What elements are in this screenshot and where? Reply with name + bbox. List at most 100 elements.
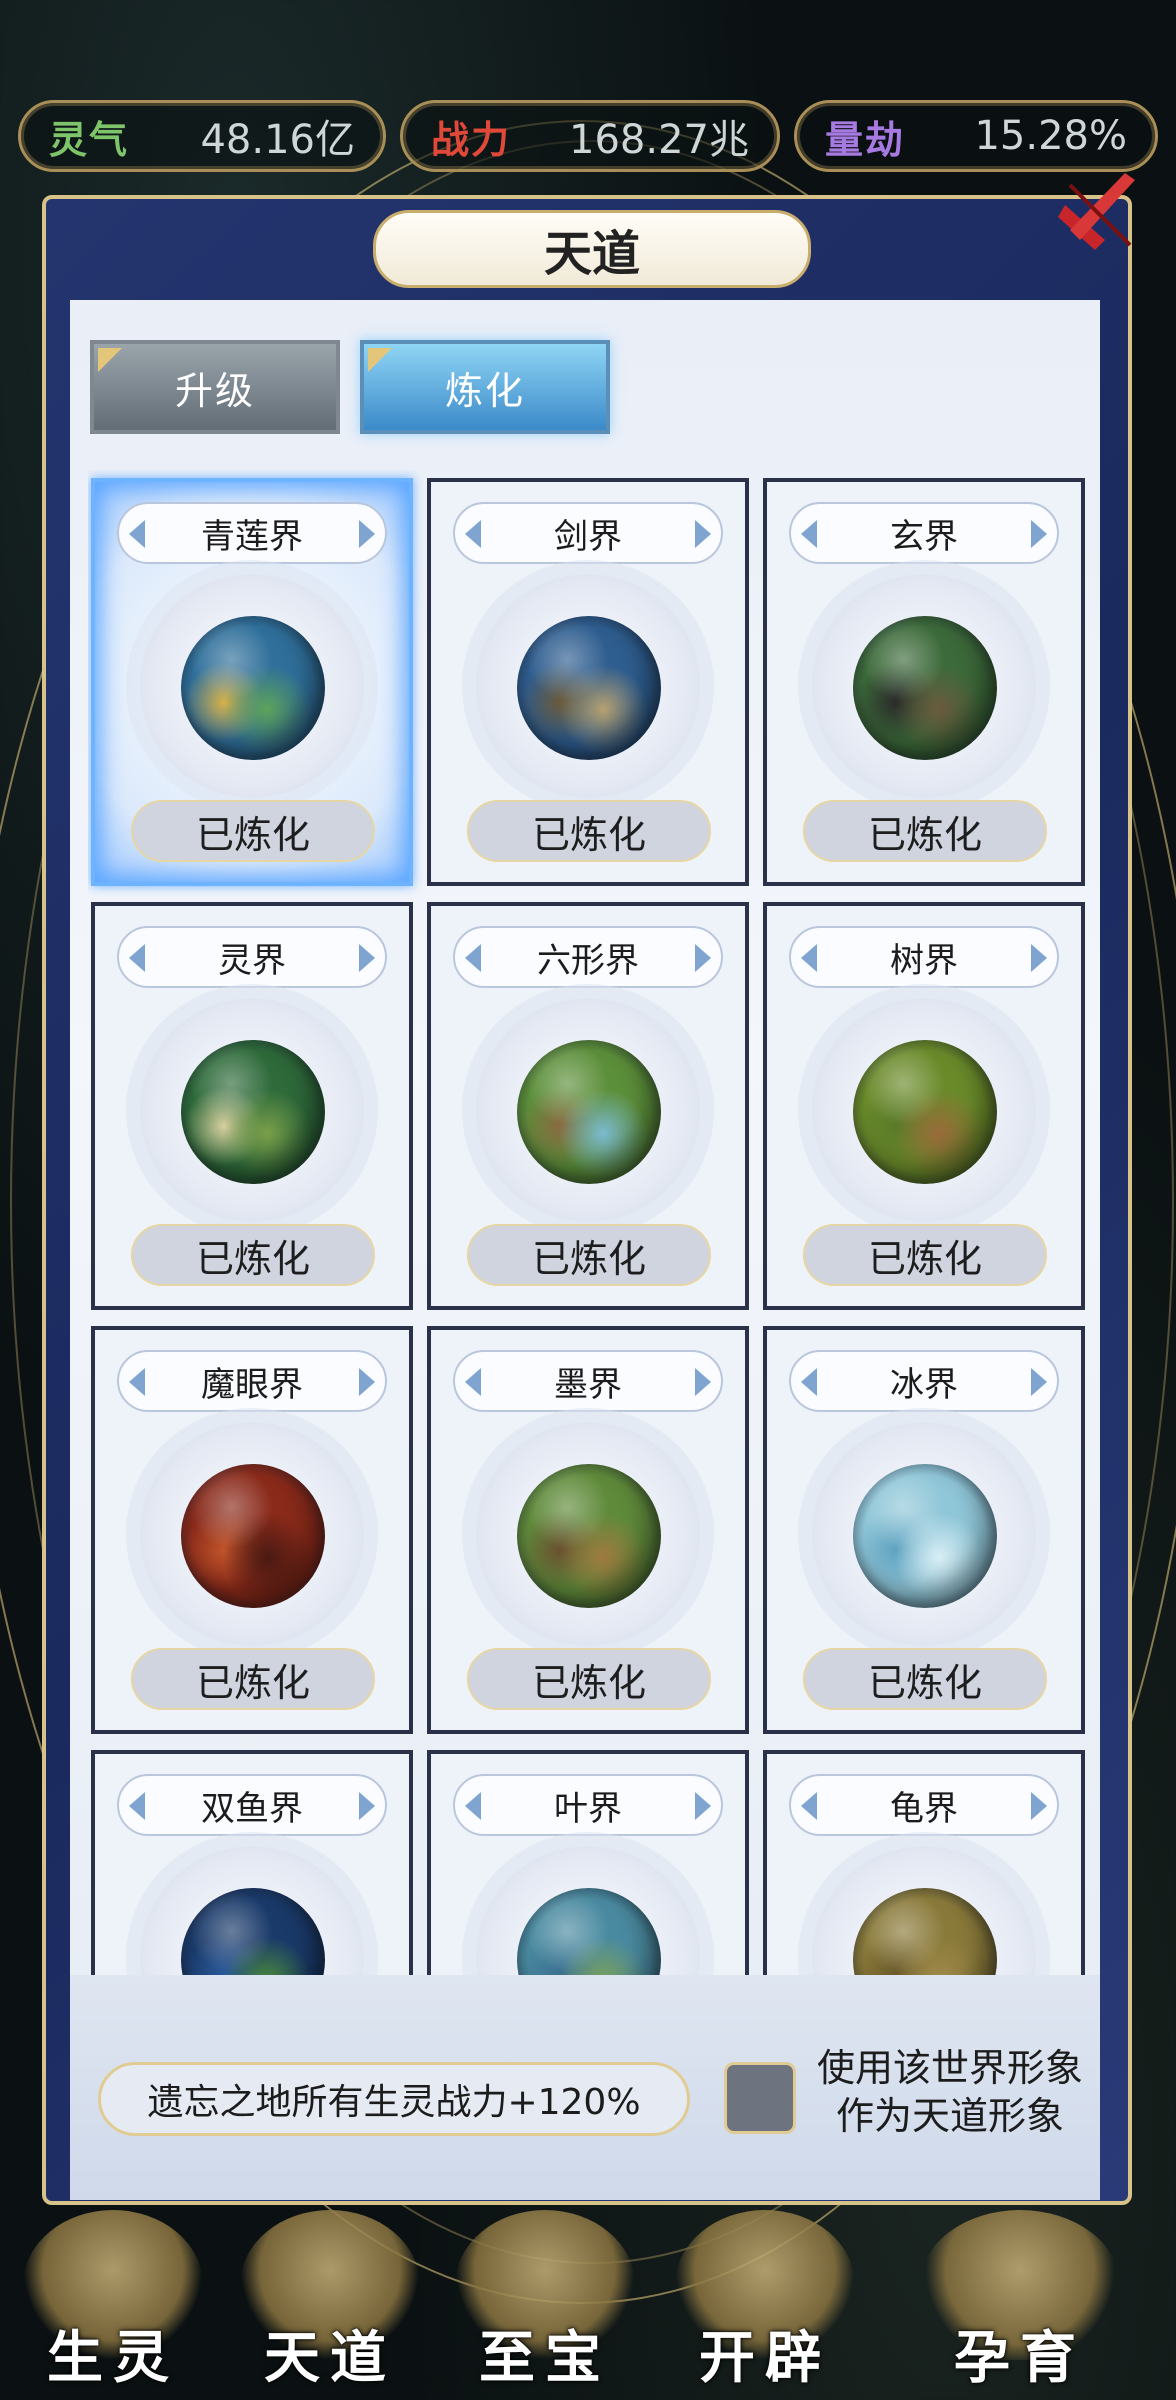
close-button[interactable]	[1050, 165, 1150, 265]
world-card[interactable]: 冰界 已炼化	[763, 1326, 1085, 1734]
world-name-text: 剑界	[554, 516, 622, 557]
resource-value: 168.27兆	[569, 117, 749, 163]
arrow-left-icon	[465, 1368, 481, 1396]
arrow-right-icon	[695, 520, 711, 548]
world-name: 龟界	[789, 1774, 1059, 1836]
arrow-left-icon	[129, 944, 145, 972]
resource-label: 量劫	[825, 117, 906, 162]
planet-icon	[853, 1464, 997, 1608]
world-name-text: 玄界	[890, 516, 958, 557]
world-card[interactable]: 青莲界 已炼化	[91, 478, 413, 886]
nav-tiandao[interactable]: 天道	[225, 2200, 435, 2400]
resource-label: 战力	[431, 117, 512, 162]
planet-icon	[181, 616, 325, 760]
resource-lingqi: 灵气 48.16亿	[18, 100, 386, 172]
refined-status: 已炼化	[467, 800, 711, 862]
arrow-right-icon	[359, 944, 375, 972]
world-name-text: 青莲界	[201, 516, 303, 557]
world-card[interactable]: 双鱼界	[91, 1750, 413, 1975]
resource-value: 48.16亿	[200, 117, 355, 163]
refined-status: 已炼化	[803, 800, 1047, 862]
resource-label: 灵气	[49, 117, 130, 162]
tab-upgrade[interactable]: 升级	[90, 340, 340, 434]
refined-status: 已炼化	[803, 1224, 1047, 1286]
arrow-right-icon	[1031, 1368, 1047, 1396]
nav-label: 天道	[264, 2326, 396, 2391]
arrow-left-icon	[801, 944, 817, 972]
world-bonus: 遗忘之地所有生灵战力+120%	[98, 2062, 690, 2136]
world-name-text: 墨界	[554, 1364, 622, 1405]
planet-icon	[517, 1040, 661, 1184]
arrow-right-icon	[1031, 1792, 1047, 1820]
world-name-text: 树界	[890, 940, 958, 981]
world-card[interactable]: 灵界 已炼化	[91, 902, 413, 1310]
refined-status: 已炼化	[467, 1648, 711, 1710]
world-card[interactable]: 树界 已炼化	[763, 902, 1085, 1310]
refined-status: 已炼化	[803, 1648, 1047, 1710]
resource-zhanli: 战力 168.27兆	[400, 100, 780, 172]
nav-label: 生灵	[47, 2326, 179, 2391]
nav-yunyu[interactable]: 孕育	[900, 2200, 1140, 2400]
world-grid[interactable]: 青莲界 已炼化 剑界 已炼化 玄界 已炼化 灵界 已炼化 六形界 已炼化 树界 已炼化 魔眼界 已炼化 墨界…	[88, 470, 1088, 1975]
world-name-text: 龟界	[890, 1788, 958, 1829]
arrow-left-icon	[801, 1368, 817, 1396]
arrow-right-icon	[695, 944, 711, 972]
world-name: 魔眼界	[117, 1350, 387, 1412]
arrow-right-icon	[1031, 520, 1047, 548]
nav-label: 至宝	[479, 2326, 611, 2391]
world-card[interactable]: 六形界 已炼化	[427, 902, 749, 1310]
arrow-right-icon	[1031, 944, 1047, 972]
arrow-left-icon	[129, 520, 145, 548]
arrow-left-icon	[129, 1368, 145, 1396]
arrow-left-icon	[129, 1792, 145, 1820]
panel-title: 天道	[373, 210, 811, 288]
world-name: 剑界	[453, 502, 723, 564]
world-card[interactable]: 玄界 已炼化	[763, 478, 1085, 886]
planet-icon	[853, 616, 997, 760]
arrow-right-icon	[359, 1792, 375, 1820]
nav-shengling[interactable]: 生灵	[8, 2200, 218, 2400]
world-card[interactable]: 龟界	[763, 1750, 1085, 1975]
arrow-right-icon	[695, 1792, 711, 1820]
nav-label: 孕育	[954, 2326, 1086, 2391]
arrow-right-icon	[695, 1368, 711, 1396]
refined-status: 已炼化	[131, 1224, 375, 1286]
nav-label: 开辟	[699, 2326, 831, 2391]
tab-refine[interactable]: 炼化	[360, 340, 610, 434]
world-name: 墨界	[453, 1350, 723, 1412]
world-name-text: 冰界	[890, 1364, 958, 1405]
arrow-right-icon	[359, 520, 375, 548]
planet-icon	[181, 1464, 325, 1608]
world-card[interactable]: 叶界	[427, 1750, 749, 1975]
world-name: 冰界	[789, 1350, 1059, 1412]
resource-liangjie: 量劫 15.28%	[794, 100, 1158, 172]
refined-status: 已炼化	[467, 1224, 711, 1286]
world-name: 六形界	[453, 926, 723, 988]
planet-icon	[853, 1040, 997, 1184]
world-name: 双鱼界	[117, 1774, 387, 1836]
world-card[interactable]: 墨界 已炼化	[427, 1326, 749, 1734]
close-icon	[1058, 173, 1135, 250]
world-name-text: 灵界	[218, 940, 286, 981]
use-label-line2: 作为天道形象	[835, 2094, 1064, 2138]
arrow-right-icon	[359, 1368, 375, 1396]
refined-status: 已炼化	[131, 1648, 375, 1710]
nav-zhibao[interactable]: 至宝	[440, 2200, 650, 2400]
use-world-image-checkbox[interactable]	[724, 2062, 796, 2134]
world-card[interactable]: 剑界 已炼化	[427, 478, 749, 886]
world-name-text: 六形界	[537, 940, 639, 981]
use-world-image-label[interactable]: 使用该世界形象 作为天道形象	[800, 2044, 1100, 2140]
world-name: 树界	[789, 926, 1059, 988]
world-name: 灵界	[117, 926, 387, 988]
nav-kaipi[interactable]: 开辟	[660, 2200, 870, 2400]
world-card[interactable]: 魔眼界 已炼化	[91, 1326, 413, 1734]
arrow-left-icon	[465, 944, 481, 972]
arrow-left-icon	[801, 520, 817, 548]
planet-icon	[181, 1040, 325, 1184]
world-name: 玄界	[789, 502, 1059, 564]
world-name-text: 魔眼界	[201, 1364, 303, 1405]
world-name: 叶界	[453, 1774, 723, 1836]
arrow-left-icon	[465, 1792, 481, 1820]
use-label-line1: 使用该世界形象	[816, 2046, 1083, 2090]
refined-status: 已炼化	[131, 800, 375, 862]
